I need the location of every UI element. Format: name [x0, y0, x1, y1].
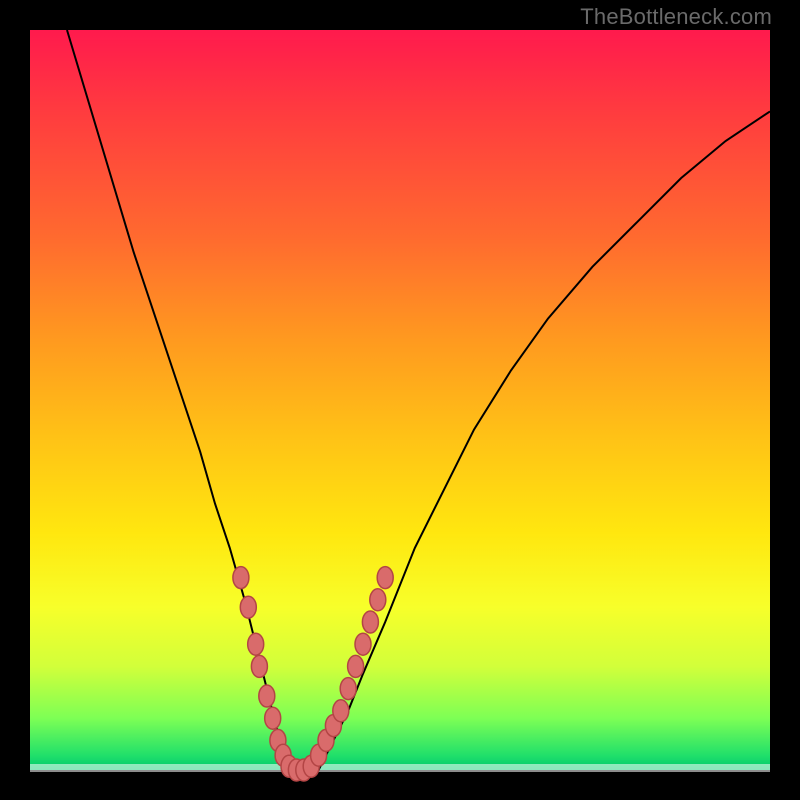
- marker-point: [240, 596, 256, 618]
- marker-cluster: [233, 567, 393, 781]
- marker-point: [377, 567, 393, 589]
- marker-point: [233, 567, 249, 589]
- marker-point: [248, 633, 264, 655]
- marker-point: [265, 707, 281, 729]
- bottleneck-curve: [67, 30, 770, 770]
- marker-point: [251, 655, 267, 677]
- marker-point: [348, 655, 364, 677]
- marker-point: [362, 611, 378, 633]
- marker-point: [259, 685, 275, 707]
- watermark-text: TheBottleneck.com: [580, 4, 772, 30]
- marker-point: [333, 700, 349, 722]
- chart-svg: [30, 30, 770, 770]
- marker-point: [340, 678, 356, 700]
- chart-frame: TheBottleneck.com: [0, 0, 800, 800]
- marker-point: [370, 589, 386, 611]
- marker-point: [355, 633, 371, 655]
